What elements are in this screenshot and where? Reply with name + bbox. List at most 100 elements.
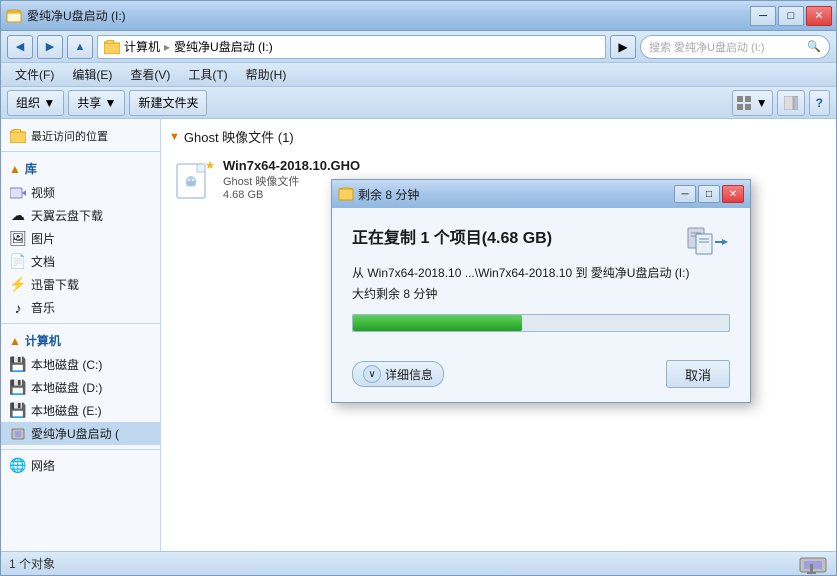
sidebar-item-usb[interactable]: 愛纯净U盘启动 (	[1, 422, 160, 445]
sidebar-disk-e-label: 本地磁盘 (E:)	[31, 402, 102, 419]
dialog-time-text: 大约剩余 8 分钟	[352, 287, 437, 301]
organize-button[interactable]: 组织 ▼	[7, 90, 64, 116]
sidebar-item-recent-label: 最近访问的位置	[31, 128, 108, 144]
copy-animation-icon	[686, 220, 730, 264]
library-arrow-icon: ▲	[9, 162, 21, 176]
sidebar-item-cloud[interactable]: ☁ 天翼云盘下载	[1, 204, 160, 227]
path-part2: 愛纯净U盘启动 (I:)	[174, 38, 273, 55]
sidebar-item-disk-e[interactable]: 💾 本地磁盘 (E:)	[1, 399, 160, 422]
main-area: 最近访问的位置 ▲ 库 视频	[1, 119, 836, 551]
sidebar-section-network: 🌐 网络	[1, 454, 160, 477]
title-bar-buttons: ─ □ ✕	[750, 6, 832, 26]
main-window: 愛纯净U盘启动 (I:) ─ □ ✕ ◀ ▶ ▲ 计算机 ▸ 愛纯净U盘启动 (…	[0, 0, 837, 576]
sidebar-item-network[interactable]: 🌐 网络	[1, 454, 160, 477]
ghost-file-icon	[175, 160, 215, 200]
cloud-icon: ☁	[9, 208, 27, 224]
dialog-maximize-button[interactable]: □	[698, 185, 720, 203]
chevron-down-icon: ∨	[363, 365, 381, 383]
maximize-button[interactable]: □	[778, 6, 804, 26]
menu-edit[interactable]: 编辑(E)	[64, 64, 120, 85]
view-toggle-button[interactable]: ▼	[732, 90, 773, 116]
folder-triangle-icon: ▼	[169, 131, 180, 143]
sidebar-computer-header[interactable]: ▲ 计算机	[1, 328, 160, 353]
progress-container	[352, 314, 730, 332]
sidebar-section-computer: ▲ 计算机 💾 本地磁盘 (C:) 💾 本地磁盘 (D:) 💾 本地磁盘 (E:…	[1, 328, 160, 445]
sidebar-thunder-label: 迅雷下载	[31, 276, 79, 293]
disk-c-icon: 💾	[9, 357, 27, 373]
cancel-button[interactable]: 取消	[666, 360, 730, 388]
preview-icon	[784, 96, 798, 110]
title-bar-text: 愛纯净U盘启动 (I:)	[27, 7, 750, 24]
dialog-close-button[interactable]: ✕	[722, 185, 744, 203]
menu-bar: 文件(F) 编辑(E) 查看(V) 工具(T) 帮助(H)	[1, 63, 836, 87]
sidebar-library-header[interactable]: ▲ 库	[1, 156, 160, 181]
forward-button[interactable]: ▶	[37, 35, 63, 59]
sidebar-item-disk-c[interactable]: 💾 本地磁盘 (C:)	[1, 353, 160, 376]
search-box[interactable]: 搜索 愛纯净U盘启动 (I:) 🔍	[640, 35, 830, 59]
progress-bar	[353, 315, 522, 331]
address-bar: ◀ ▶ ▲ 计算机 ▸ 愛纯净U盘启动 (I:) ▶ 搜索 愛纯净U盘启动 (I…	[1, 31, 836, 63]
help-button[interactable]: ?	[809, 90, 830, 116]
dialog-from-to: 从 Win7x64-2018.10 ...\Win7x64-2018.10 到 …	[352, 264, 730, 281]
dialog-minimize-button[interactable]: ─	[674, 185, 696, 203]
title-path: 愛纯净U盘启动 (I:)	[27, 7, 126, 24]
sidebar-item-picture[interactable]: 🖼 图片	[1, 227, 160, 250]
window-icon	[5, 7, 23, 25]
picture-icon: 🖼	[9, 231, 27, 247]
folder-name: Ghost 映像文件 (1)	[184, 127, 294, 146]
sidebar-item-recent[interactable]: 最近访问的位置	[1, 125, 160, 147]
thunder-icon: ⚡	[9, 277, 27, 293]
disk-e-icon: 💾	[9, 403, 27, 419]
view-icon	[737, 96, 753, 110]
minimize-button[interactable]: ─	[750, 6, 776, 26]
status-bar: 1 个对象	[1, 551, 836, 575]
menu-view[interactable]: 查看(V)	[122, 64, 178, 85]
up-button[interactable]: ▲	[67, 35, 93, 59]
toolbar-right: ▼ ?	[732, 90, 830, 116]
sidebar: 最近访问的位置 ▲ 库 视频	[1, 119, 161, 551]
menu-file[interactable]: 文件(F)	[7, 64, 62, 85]
sidebar-item-music[interactable]: ♪ 音乐	[1, 296, 160, 319]
menu-tools[interactable]: 工具(T)	[180, 64, 235, 85]
disk-d-icon: 💾	[9, 380, 27, 396]
dialog-from-to-text: 从 Win7x64-2018.10 ...\Win7x64-2018.10 到 …	[352, 266, 689, 280]
search-icon: 🔍	[807, 40, 821, 53]
sidebar-section-recent: 最近访问的位置	[1, 125, 160, 147]
detail-button[interactable]: ∨ 详细信息	[352, 361, 444, 387]
sidebar-divider-3	[1, 449, 160, 450]
menu-help[interactable]: 帮助(H)	[238, 64, 295, 85]
search-placeholder: 搜索 愛纯净U盘启动 (I:)	[649, 39, 765, 55]
sidebar-section-library: ▲ 库 视频 ☁ 天翼云盘下载 🖼	[1, 156, 160, 319]
network-icon: 🌐	[9, 458, 27, 474]
new-folder-button[interactable]: 新建文件夹	[129, 90, 207, 116]
sidebar-item-disk-d[interactable]: 💾 本地磁盘 (D:)	[1, 376, 160, 399]
sidebar-disk-d-label: 本地磁盘 (D:)	[31, 379, 102, 396]
path-part1: 计算机	[124, 38, 160, 55]
close-button[interactable]: ✕	[806, 6, 832, 26]
sidebar-item-doc[interactable]: 📄 文档	[1, 250, 160, 273]
folder-header: ▼ Ghost 映像文件 (1)	[169, 127, 828, 146]
sidebar-picture-label: 图片	[31, 230, 55, 247]
sidebar-divider-2	[1, 323, 160, 324]
status-text: 1 个对象	[9, 555, 55, 572]
title-bar: 愛纯净U盘启动 (I:) ─ □ ✕	[1, 1, 836, 31]
sidebar-item-thunder[interactable]: ⚡ 迅雷下载	[1, 273, 160, 296]
content-area: ▼ Ghost 映像文件 (1)	[161, 119, 836, 551]
sidebar-video-label: 视频	[31, 184, 55, 201]
go-button[interactable]: ▶	[610, 35, 636, 59]
usb-status-icon	[798, 554, 828, 574]
sidebar-divider-1	[1, 151, 160, 152]
recent-icon	[9, 128, 27, 144]
sidebar-item-video[interactable]: 视频	[1, 181, 160, 204]
dialog-main-title: 正在复制 1 个项目(4.68 GB)	[352, 224, 686, 248]
music-icon: ♪	[9, 300, 27, 316]
preview-button[interactable]	[777, 90, 805, 116]
dialog-footer: ∨ 详细信息 取消	[332, 360, 750, 402]
address-path[interactable]: 计算机 ▸ 愛纯净U盘启动 (I:)	[97, 35, 606, 59]
detail-button-label: 详细信息	[385, 366, 433, 383]
share-button[interactable]: 共享 ▼	[68, 90, 125, 116]
sidebar-cloud-label: 天翼云盘下载	[31, 207, 103, 224]
dialog-title-bar: 剩余 8 分钟 ─ □ ✕	[332, 180, 750, 208]
back-button[interactable]: ◀	[7, 35, 33, 59]
sidebar-computer-label: 计算机	[25, 332, 61, 349]
